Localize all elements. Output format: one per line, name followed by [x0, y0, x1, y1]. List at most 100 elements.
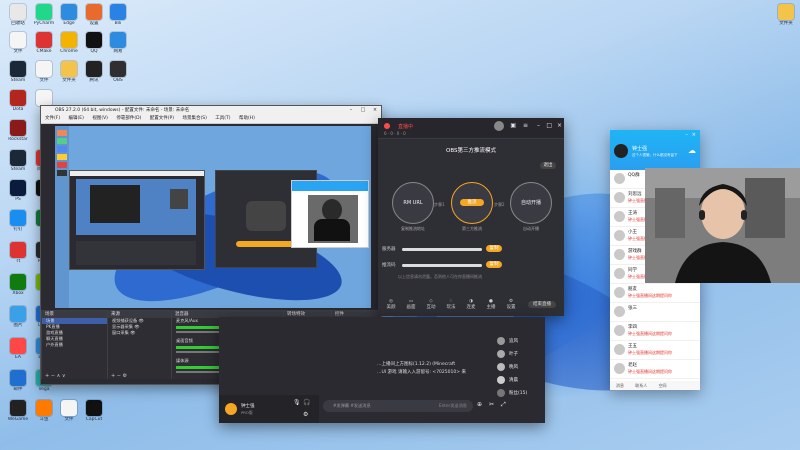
- desktop-shortcut[interactable]: EA: [4, 336, 32, 372]
- tab-messages[interactable]: 消息: [616, 383, 624, 388]
- avatar[interactable]: [225, 403, 237, 415]
- scissors-icon[interactable]: ✂: [489, 401, 494, 408]
- eye-icon[interactable]: 👁: [134, 324, 139, 329]
- qq-chat-item[interactable]: 朋友 钟士强直播间这期提问你: [610, 284, 700, 303]
- qq-chat-item[interactable]: 李四 钟士强直播间这期提问你: [610, 322, 700, 341]
- qq-chat-name: 王涛: [628, 211, 637, 216]
- viewer-item[interactable]: 叶子: [495, 348, 545, 361]
- sources-dock: 来源 视频捕获设备 👁 显示器采集 👁 窗口采集 👁 + − ⚙: [107, 310, 173, 382]
- qq-chat-item[interactable]: 王五 钟士强直播间这期提问你: [610, 341, 700, 360]
- mode-push-stream[interactable]: 推流: [451, 182, 493, 224]
- menu-view[interactable]: 视图(V): [92, 116, 108, 121]
- avatar: [497, 363, 505, 371]
- toolbar-host[interactable]: ● 主播: [482, 299, 500, 310]
- minimize-icon[interactable]: –: [686, 132, 689, 138]
- menu-icon[interactable]: ≡: [523, 122, 528, 129]
- screen-icon: ▭: [408, 299, 414, 304]
- exit-mode-button[interactable]: 退出: [540, 162, 556, 169]
- maximize-icon[interactable]: □: [357, 106, 369, 115]
- mode-auto-start[interactable]: 自动开播: [510, 182, 552, 224]
- avatar: [497, 350, 505, 358]
- desktop-shortcut-label: Steam: [10, 78, 26, 83]
- mic-icon[interactable]: 🎙: [293, 399, 301, 406]
- source-label: 视频捕获设备: [112, 318, 138, 323]
- desktop-shortcut[interactable]: Tt: [4, 240, 32, 276]
- desktop-shortcut[interactable]: 文件: [55, 398, 83, 434]
- minimize-icon[interactable]: –: [537, 122, 540, 129]
- desktop-shortcut[interactable]: CapCut: [80, 398, 108, 434]
- toolbar-beauty[interactable]: ◎ 美颜: [382, 299, 400, 310]
- host-card: 钟士强 PRO版 🎙 🎧 ⚙: [219, 395, 319, 423]
- source-item[interactable]: 窗口采集 👁: [108, 330, 172, 336]
- qq-chat-item[interactable]: 老赵 钟士强直播间这期提问你: [610, 360, 700, 379]
- chat-input[interactable]: #发弹幕 #发送消息 Enter发送消息: [323, 400, 473, 412]
- eye-icon[interactable]: 👁: [130, 330, 135, 335]
- tab-space[interactable]: 空间: [659, 383, 667, 388]
- avatar[interactable]: [614, 144, 628, 158]
- tab-contacts[interactable]: 联系人: [635, 383, 647, 388]
- viewer-name: 粉丝(15): [509, 391, 528, 396]
- qq-bottom-tabs: 消息 联系人 空间: [610, 381, 700, 390]
- avatar: [614, 230, 625, 241]
- copy-key-button[interactable]: 复制: [486, 261, 502, 268]
- maximize-icon[interactable]: □: [546, 122, 552, 129]
- headphone-icon[interactable]: 🎧: [303, 399, 310, 406]
- toolbar-settings[interactable]: ⚙ 设置: [502, 299, 520, 310]
- gift-icon[interactable]: ▣: [510, 122, 516, 129]
- desktop-shortcut[interactable]: 文件夹: [55, 59, 83, 95]
- menu-scene-collection[interactable]: 场景集合(S): [182, 116, 206, 121]
- desktop-shortcut[interactable]: Xbox: [4, 272, 32, 308]
- viewer-item[interactable]: 粉丝(15): [495, 387, 545, 400]
- viewer-item[interactable]: 晚风: [495, 361, 545, 374]
- toolbar-mic-link[interactable]: ◑ 连麦: [462, 299, 480, 310]
- gear-icon: ⚙: [508, 299, 514, 304]
- close-icon[interactable]: ×: [692, 132, 696, 138]
- toolbar-screen[interactable]: ▭ 画面: [402, 299, 420, 310]
- desktop-shortcut[interactable]: 图片: [4, 304, 32, 340]
- app-icon: [10, 274, 26, 290]
- scene-item[interactable]: 户外直播: [42, 342, 108, 348]
- chat-input-placeholder: #发弹幕 #发送消息: [333, 403, 371, 408]
- qq-chat-preview: 钟士强直播间这期提问你: [628, 331, 672, 336]
- menu-help[interactable]: 帮助(H): [239, 116, 255, 121]
- menu-docks[interactable]: 停靠部件(D): [116, 116, 141, 121]
- viewer-item[interactable]: 清晨: [495, 374, 545, 387]
- menu-tools[interactable]: 工具(T): [215, 116, 230, 121]
- mode-rm-url[interactable]: RM URL: [392, 182, 434, 224]
- desktop-shortcut[interactable]: 斗鱼: [30, 398, 58, 434]
- gear-icon[interactable]: ⚙: [303, 411, 308, 418]
- desktop-folder-icon[interactable]: 文件夹: [772, 2, 800, 38]
- toolbar-play[interactable]: ♢ 玩法: [442, 299, 460, 310]
- qq-chat-name: 游戏群: [628, 249, 642, 254]
- toolbar-interact[interactable]: ◇ 互动: [422, 299, 440, 310]
- qq-signature: 这个人很懒，什么都没有留下: [632, 153, 678, 157]
- desktop-shortcut[interactable]: 钉钉: [4, 208, 32, 244]
- viewer-list: 追风 叶子 晚风 清晨 粉丝(15): [495, 335, 545, 400]
- eye-icon[interactable]: 👁: [138, 318, 143, 323]
- close-icon[interactable]: ×: [369, 106, 381, 115]
- stream-key-field[interactable]: [402, 264, 482, 267]
- desktop-shortcut-label: 回收站: [11, 21, 25, 26]
- obs-preview-canvas[interactable]: [55, 126, 371, 308]
- expand-icon[interactable]: ⤢: [501, 401, 506, 409]
- live-assistant-window[interactable]: 直播中 ▣ ≡ – □ × 0 · 0 · 0 · 0 OBS第三方推流模式 退…: [378, 118, 564, 316]
- desktop-shortcut[interactable]: WeGame: [4, 398, 32, 434]
- viewer-item[interactable]: 追风: [495, 335, 545, 348]
- qq-chat-name: QQ群: [628, 173, 640, 178]
- mode-label: RM URL: [403, 200, 423, 206]
- menu-edit[interactable]: 编辑(E): [69, 116, 84, 121]
- add-icon[interactable]: ⊕: [477, 401, 482, 408]
- end-live-button[interactable]: 结束直播: [528, 301, 556, 308]
- close-icon[interactable]: ×: [557, 122, 562, 129]
- desktop-shortcut[interactable]: OBS: [104, 59, 132, 95]
- stat-value: 0: [403, 131, 406, 136]
- obs-titlebar[interactable]: OBS 27.2.0 (64 bit, windows) - 配置文件: 未命名…: [41, 106, 381, 115]
- server-field[interactable]: [402, 248, 482, 251]
- copy-server-button[interactable]: 复制: [486, 245, 502, 252]
- beauty-icon: ◎: [389, 299, 393, 304]
- avatar[interactable]: [494, 121, 504, 131]
- menu-profile[interactable]: 配置文件(P): [150, 116, 174, 121]
- qq-chat-item[interactable]: 张三: [610, 303, 700, 322]
- minimize-icon[interactable]: –: [345, 106, 357, 115]
- menu-file[interactable]: 文件(F): [45, 116, 60, 121]
